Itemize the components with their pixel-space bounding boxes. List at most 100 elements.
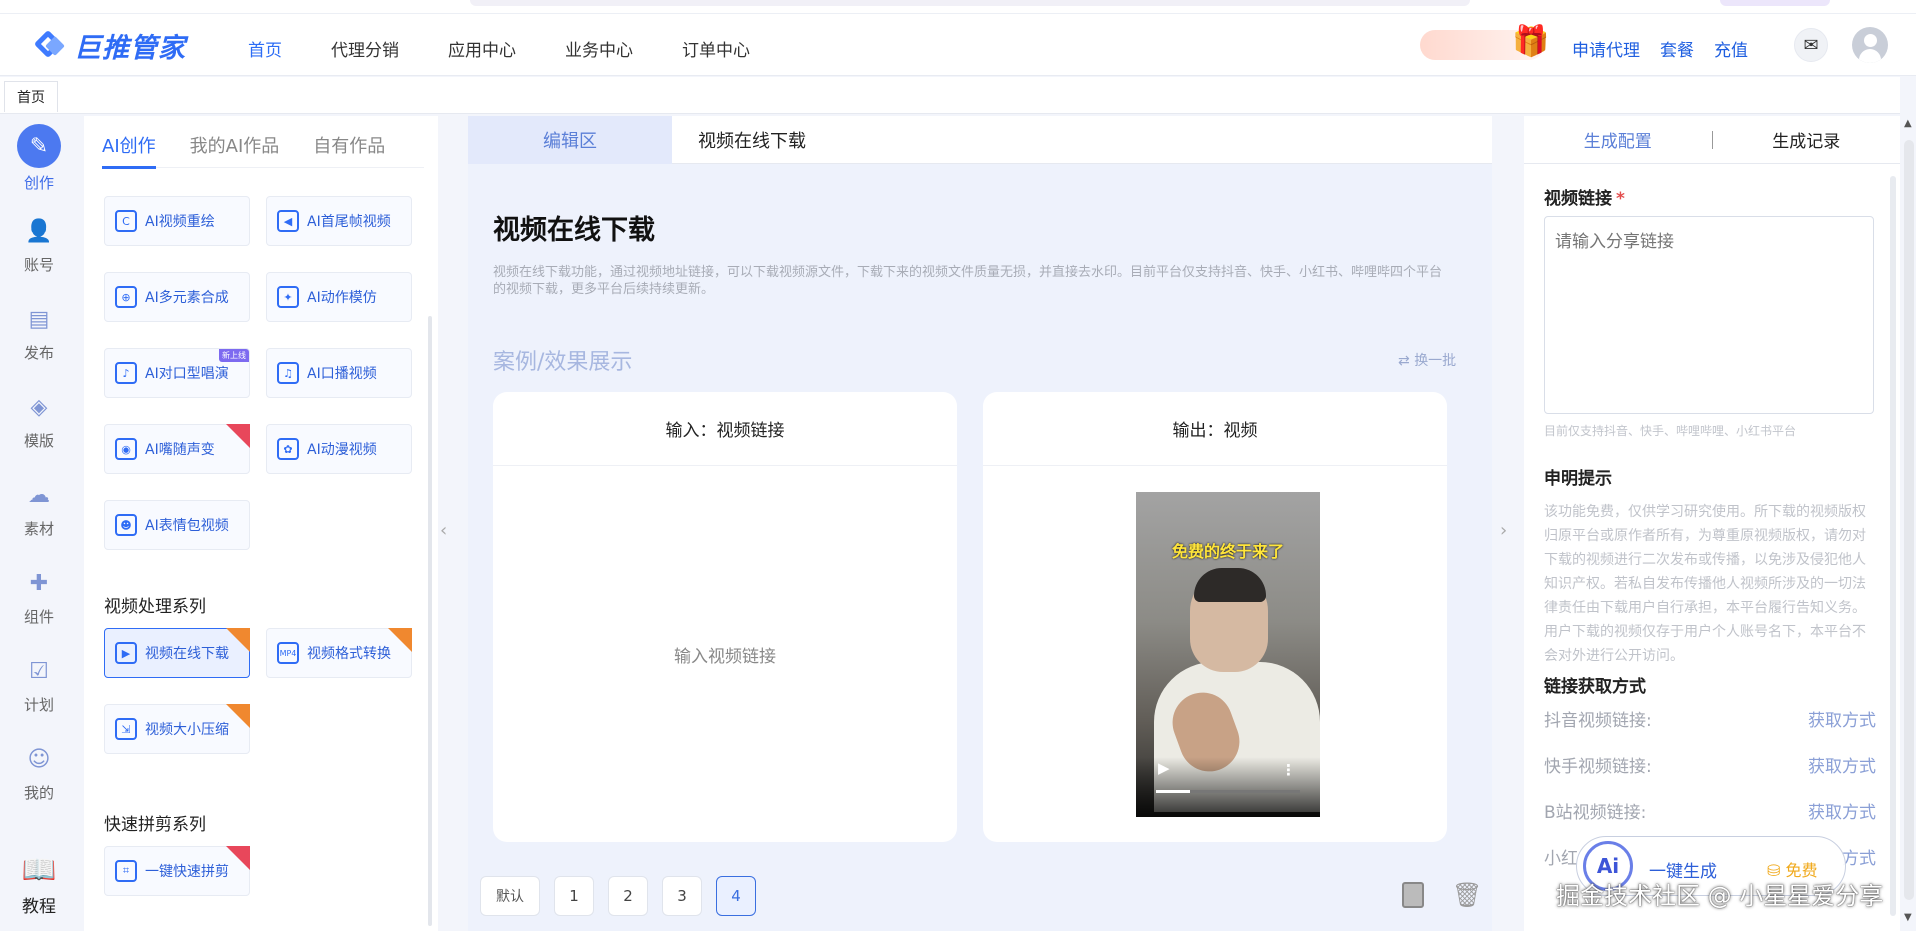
rail-item-tutorial[interactable]: 📖 教程	[0, 850, 78, 918]
tool-ai-anime-video[interactable]: ✿ AI动漫视频	[266, 424, 412, 474]
mp4-icon: MP4	[277, 642, 299, 664]
pagination: 默认 1 2 3 4	[480, 876, 756, 916]
page-2[interactable]: 2	[608, 876, 648, 916]
tab-ai-create[interactable]: AI创作	[102, 122, 156, 169]
rail-item-template[interactable]: ◈ 模版	[0, 388, 78, 451]
tool-ai-talking-video[interactable]: ♫ AI口播视频	[266, 348, 412, 398]
tab-editor[interactable]: 编辑区	[468, 116, 672, 164]
trash-icon[interactable]: 🗑	[1452, 882, 1482, 908]
compose-icon: ⊕	[115, 286, 137, 308]
tool-video-compress[interactable]: ⇲ 视频大小压缩	[104, 704, 250, 754]
video-progress-bar[interactable]	[1156, 790, 1300, 793]
scroll-up-icon[interactable]: ▲	[1904, 118, 1914, 129]
mail-icon[interactable]: ✉	[1794, 28, 1828, 62]
free-badge	[226, 704, 250, 728]
tab-own-works[interactable]: 自有作品	[313, 122, 385, 167]
video-link-input[interactable]	[1544, 216, 1874, 414]
recharge-link[interactable]: 充值	[1714, 36, 1748, 61]
nav-app-center[interactable]: 应用中心	[448, 28, 516, 62]
swap-batch-button[interactable]: ⇄ 换一批	[1398, 350, 1456, 370]
tool-ai-lip-sync[interactable]: ♪ AI对口型唱演 新上线	[104, 348, 250, 398]
config-tabs: 生成配置 生成记录	[1524, 116, 1900, 164]
apply-agent-link[interactable]: 申请代理	[1572, 36, 1640, 61]
logo-text: 巨推管家	[74, 32, 186, 64]
xiaohongshu-method-link[interactable]: 方式	[1842, 844, 1876, 869]
bilibili-method-link[interactable]: 获取方式	[1808, 798, 1876, 823]
more-vertical-icon[interactable]: ⋮	[1281, 761, 1296, 779]
gift-icon[interactable]: 🎁	[1512, 24, 1549, 60]
tool-panel-scrollbar[interactable]	[428, 316, 432, 926]
tool-ai-first-last-frame[interactable]: ◀ AI首尾帧视频	[266, 196, 412, 246]
page-3[interactable]: 3	[662, 876, 702, 916]
config-panel-scrollbar[interactable]	[1890, 176, 1896, 916]
book-icon: 📖	[21, 852, 57, 886]
rail-item-create[interactable]: ✎ 创作	[0, 124, 78, 193]
emoji-icon: ☻	[115, 514, 137, 536]
frame-icon: ◀	[277, 210, 299, 232]
section-quick-edit: 快速拼剪系列	[104, 815, 206, 835]
video-caption: 免费的终于来了	[1171, 542, 1284, 561]
tab-home[interactable]: 首页	[4, 81, 58, 112]
scroll-down-icon[interactable]: ▼	[1904, 912, 1914, 923]
play-icon[interactable]: ▶	[1158, 759, 1170, 777]
tool-ai-motion-mimic[interactable]: ✦ AI动作模仿	[266, 272, 412, 322]
page-tabbar: 首页	[0, 77, 1900, 114]
tool-ai-emoji-video[interactable]: ☻ AI表情包视频	[104, 500, 250, 550]
nav-home[interactable]: 首页	[248, 28, 282, 62]
tool-ai-mouth-voice[interactable]: ◉ AI嘴随声变	[104, 424, 250, 474]
section-video-processing: 视频处理系列	[104, 597, 206, 617]
hot-badge	[226, 424, 250, 448]
required-mark: *	[1616, 189, 1625, 209]
page-1[interactable]: 1	[554, 876, 594, 916]
douyin-method-link[interactable]: 获取方式	[1808, 706, 1876, 731]
page-scrollbar[interactable]	[1904, 140, 1914, 900]
tool-panel: AI创作 我的AI作品 自有作品 C AI视频重绘 ◀ AI首尾帧视频 ⊕ AI多元素…	[84, 116, 438, 931]
publish-icon: ▤	[28, 306, 50, 332]
browser-top-strip	[0, 0, 1916, 14]
kuaishou-method-link[interactable]: 获取方式	[1808, 752, 1876, 777]
config-panel: 生成配置 生成记录 视频链接* 目前仅支持抖音、快手、哔哩哔哩、小红书平台 申明…	[1524, 116, 1900, 931]
tool-ai-multi-element[interactable]: ⊕ AI多元素合成	[104, 272, 250, 322]
tab-generate-history[interactable]: 生成记录	[1713, 127, 1901, 152]
plans-link[interactable]: 套餐	[1660, 36, 1694, 61]
tool-ai-video-redraw[interactable]: C AI视频重绘	[104, 196, 250, 246]
play-box-icon: ▶	[115, 642, 137, 664]
nav-order-center[interactable]: 订单中心	[682, 28, 750, 62]
redraw-icon: C	[115, 210, 137, 232]
puzzle-icon: ✚	[29, 570, 49, 596]
rail-item-component[interactable]: ✚ 组件	[0, 564, 78, 627]
page-title: 视频在线下载	[493, 215, 655, 246]
header-actions: 申请代理 套餐 充值	[1572, 36, 1748, 61]
cases-heading: 案例/效果展示	[493, 350, 633, 375]
rail-item-publish[interactable]: ▤ 发布	[0, 300, 78, 363]
output-video-player[interactable]: 免费的终于来了 ▶ ⋮	[1136, 492, 1320, 817]
page-4[interactable]: 4	[716, 876, 756, 916]
rail-item-material[interactable]: ☁ 素材	[0, 476, 78, 539]
nav-business-center[interactable]: 业务中心	[565, 28, 633, 62]
rail-item-plan[interactable]: ☑ 计划	[0, 652, 78, 715]
collapse-left-icon[interactable]: ‹	[440, 520, 454, 560]
tab-generate-config[interactable]: 生成配置	[1524, 127, 1712, 152]
hot-badge	[226, 846, 250, 870]
free-badge	[226, 628, 250, 652]
collapse-right-icon[interactable]: ›	[1500, 520, 1514, 560]
declaration-title: 申明提示	[1544, 469, 1612, 489]
nav-agent-distribution[interactable]: 代理分销	[331, 28, 399, 62]
crop-icon: ⌗	[115, 860, 137, 882]
copy-icon[interactable]	[1402, 882, 1424, 908]
avatar[interactable]	[1852, 27, 1888, 63]
page-default[interactable]: 默认	[480, 876, 540, 916]
tool-video-format-convert[interactable]: MP4 视频格式转换	[266, 628, 412, 678]
mouth-icon: ◉	[115, 438, 137, 460]
tab-my-ai-works[interactable]: 我的AI作品	[190, 122, 280, 167]
tool-quick-splice[interactable]: ⌗ 一键快速拼剪	[104, 846, 250, 896]
declaration-text: 该功能免费，仅供学习研究使用。所下载的视频版权归原平台或原作者所有，为尊重原视频…	[1544, 504, 1866, 664]
tab-video-download[interactable]: 视频在线下载	[698, 116, 806, 164]
logo[interactable]: 巨推管家	[33, 28, 186, 64]
watermark: 掘金技术社区 @ 小星星爱分享	[1556, 882, 1884, 910]
tool-video-download[interactable]: ▶ 视频在线下载	[104, 628, 250, 678]
rail-item-mine[interactable]: ☺ 我的	[0, 740, 78, 803]
main-nav: 首页 代理分销 应用中心 业务中心 订单中心	[248, 28, 799, 62]
layers-icon: ◈	[30, 394, 48, 420]
rail-item-account[interactable]: 👤 账号	[0, 212, 78, 275]
